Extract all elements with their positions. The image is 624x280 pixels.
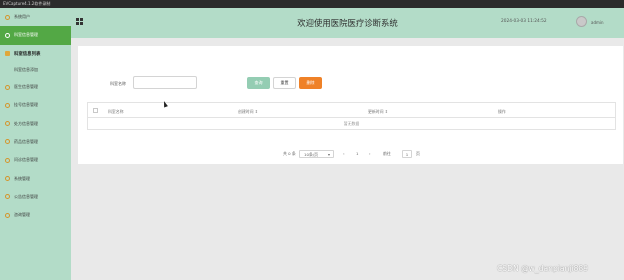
sidebar-item-department-list[interactable]: 科室信息列表 xyxy=(0,45,71,63)
avatar[interactable] xyxy=(576,16,587,27)
sidebar-item-inquiry-management[interactable]: 咨询管理 xyxy=(0,206,71,224)
select-all-checkbox[interactable] xyxy=(93,108,98,113)
sidebar-item-label: 系统用户 xyxy=(14,14,30,20)
window-titlebar: EVCapture4.1.2软件录制 xyxy=(0,0,624,8)
page-size-select[interactable]: 10条/页 ▾ xyxy=(299,150,334,158)
top-header: 欢迎使用医院医疗诊断系统 2024-03-03 11:24:52 admin xyxy=(71,8,624,38)
column-header-created[interactable]: 创建时间 ⇕ xyxy=(238,109,258,115)
next-page-button[interactable]: › xyxy=(369,151,371,156)
sidebar-item-medicine-management[interactable]: 药品信息管理 xyxy=(0,133,71,151)
sidebar-item-department-add[interactable]: 科室信息添加 xyxy=(0,63,71,78)
sidebar-item-announcement-management[interactable]: 公告信息管理 xyxy=(0,188,71,206)
sidebar-item-label: 科室信息列表 xyxy=(14,51,41,57)
column-header-updated[interactable]: 更新时间 ⇕ xyxy=(368,109,388,115)
reset-button[interactable]: 重置 xyxy=(273,77,296,89)
total-count: 共 0 条 xyxy=(283,151,296,156)
sidebar-item-label: 系统管理 xyxy=(14,175,30,181)
sidebar-item-label: 科室信息管理 xyxy=(14,32,38,38)
goto-label: 前往 xyxy=(383,151,391,156)
circle-icon xyxy=(5,84,10,90)
page-unit-label: 页 xyxy=(416,151,420,156)
circle-icon xyxy=(5,32,10,38)
sidebar-item-label: 公告信息管理 xyxy=(14,193,38,199)
username[interactable]: admin xyxy=(591,20,604,25)
column-header-department[interactable]: 科室名称 xyxy=(108,109,124,115)
sidebar-item-label: 医生信息管理 xyxy=(14,84,38,90)
department-name-input[interactable] xyxy=(133,76,197,89)
query-button[interactable]: 查询 xyxy=(247,77,270,89)
circle-icon xyxy=(5,194,10,200)
location-icon xyxy=(5,51,10,57)
search-label: 科室名称 xyxy=(110,81,126,86)
department-list-card: 科室名称 查询 重置 删除 科室名称 创建时间 ⇕ 更新时间 ⇕ 操作 暂无数据… xyxy=(78,46,623,164)
sidebar-item-system-users[interactable]: 系统用户 xyxy=(0,8,71,26)
sidebar-item-department-management[interactable]: 科室信息管理 xyxy=(0,26,71,45)
circle-icon xyxy=(5,139,10,145)
sidebar-item-label: 挂号信息管理 xyxy=(14,102,38,108)
sidebar-item-label: 问诊信息管理 xyxy=(14,157,38,163)
goto-page-input[interactable]: 1 xyxy=(402,150,412,158)
chevron-down-icon: ▾ xyxy=(328,152,330,157)
sidebar-item-registration-management[interactable]: 挂号信息管理 xyxy=(0,96,71,114)
delete-button[interactable]: 删除 xyxy=(299,77,322,89)
sidebar-item-label: 咨询管理 xyxy=(14,212,30,218)
sidebar-item-label: 药品信息管理 xyxy=(14,138,38,144)
sidebar: 系统用户 科室信息管理 科室信息列表 科室信息添加 医生信息管理 挂号信息管理 … xyxy=(0,8,71,280)
sidebar-item-doctor-management[interactable]: 医生信息管理 xyxy=(0,78,71,96)
prev-page-button[interactable]: ‹ xyxy=(343,151,345,156)
circle-icon xyxy=(5,176,10,182)
column-header-actions: 操作 xyxy=(498,109,506,114)
sidebar-item-label: 科室信息添加 xyxy=(14,67,38,73)
circle-icon xyxy=(5,102,10,108)
pagination: 共 0 条 10条/页 ▾ ‹ 1 › 前往 1 页 xyxy=(78,150,623,158)
current-page[interactable]: 1 xyxy=(356,151,358,156)
circle-icon xyxy=(5,212,10,218)
empty-data-row: 暂无数据 xyxy=(87,118,616,130)
sidebar-item-consultation-management[interactable]: 问诊信息管理 xyxy=(0,151,71,169)
sidebar-item-system-management[interactable]: 系统管理 xyxy=(0,169,71,187)
circle-icon xyxy=(5,121,10,127)
window-title: EVCapture4.1.2软件录制 xyxy=(3,1,51,6)
main-content: 科室名称 查询 重置 删除 科室名称 创建时间 ⇕ 更新时间 ⇕ 操作 暂无数据… xyxy=(71,38,624,280)
watermark: CSDN @w_danpianji889 xyxy=(497,264,589,273)
circle-icon xyxy=(5,157,10,163)
page-size-value: 10条/页 xyxy=(304,152,319,157)
sidebar-item-label: 处方信息管理 xyxy=(14,120,38,126)
datetime-display: 2024-03-03 11:24:52 xyxy=(501,19,547,24)
sidebar-item-prescription-management[interactable]: 处方信息管理 xyxy=(0,114,71,132)
circle-icon xyxy=(5,14,10,20)
